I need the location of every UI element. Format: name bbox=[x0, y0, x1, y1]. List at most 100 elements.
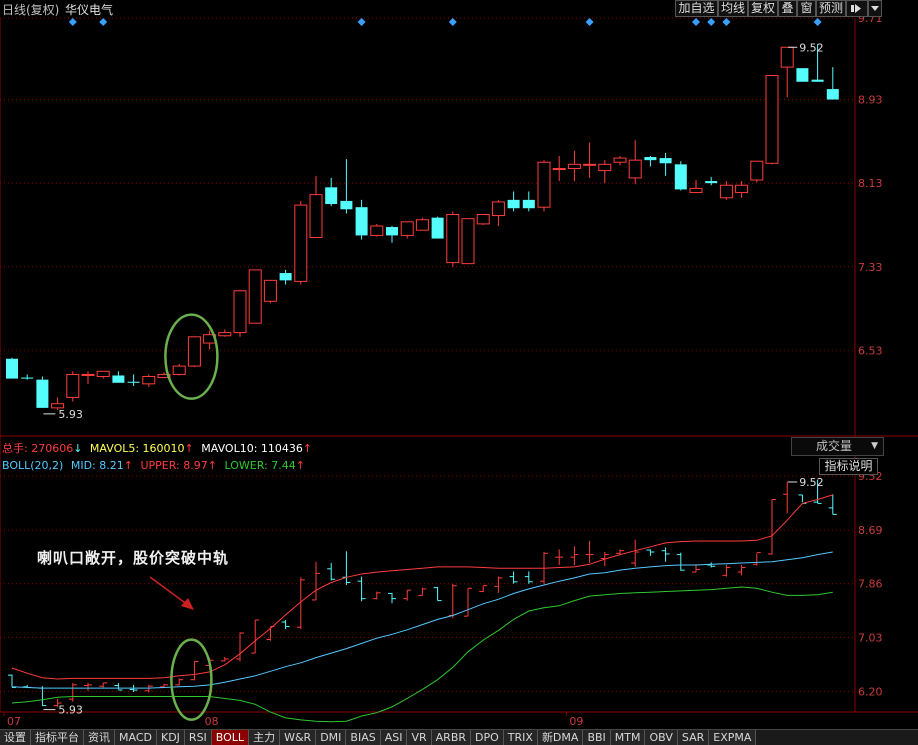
candle-body-up bbox=[567, 163, 581, 170]
adjust-price-button[interactable]: 复权 bbox=[748, 0, 778, 17]
boll-upper-line bbox=[11, 494, 833, 680]
tab-bias[interactable]: BIAS bbox=[346, 730, 381, 745]
candle-body-down bbox=[355, 207, 368, 236]
overlay-button[interactable]: 叠 bbox=[778, 0, 797, 17]
signal-marker bbox=[99, 18, 108, 26]
candle-body-up bbox=[248, 269, 262, 324]
candle-body-down bbox=[340, 200, 353, 210]
tab-asi[interactable]: ASI bbox=[380, 730, 408, 745]
tab--[interactable]: 资讯 bbox=[84, 730, 115, 745]
tab-sar[interactable]: SAR bbox=[677, 730, 710, 745]
candle-body-up bbox=[719, 184, 733, 199]
signal-marker bbox=[585, 18, 594, 26]
y-tick-label: 8.93 bbox=[858, 94, 883, 107]
stock-chart[interactable]: 6.537.338.138.939.716.207.037.868.699.52… bbox=[0, 0, 918, 745]
candle-body-up bbox=[187, 336, 201, 367]
candle-body-up bbox=[66, 373, 80, 398]
tab-macd[interactable]: MACD bbox=[115, 730, 157, 745]
annotation-arrow-shaft bbox=[149, 576, 189, 606]
tab-vr[interactable]: VR bbox=[407, 730, 432, 745]
pin-icon[interactable] bbox=[846, 0, 868, 17]
indicator-help-button[interactable]: 指标说明 bbox=[819, 458, 878, 475]
candle-body-up bbox=[400, 221, 414, 236]
tab-boll[interactable]: BOLL bbox=[211, 730, 250, 745]
period-label[interactable]: 日线(复权) bbox=[2, 1, 59, 18]
grid-layer bbox=[0, 17, 918, 713]
tab-expma[interactable]: EXPMA bbox=[709, 730, 757, 745]
candle-body-up bbox=[96, 370, 110, 378]
tab-obv[interactable]: OBV bbox=[645, 730, 678, 745]
candle-body-down bbox=[112, 375, 125, 383]
up-arrow-icon: ↑ bbox=[302, 442, 313, 455]
candle-body-down bbox=[796, 68, 809, 82]
tab-rsi[interactable]: RSI bbox=[184, 730, 212, 745]
candle-body-up bbox=[294, 204, 308, 282]
tab--[interactable]: 主力 bbox=[249, 730, 281, 745]
tab--[interactable]: 指标平台 bbox=[31, 730, 84, 745]
moving-average-button[interactable]: 均线 bbox=[718, 0, 748, 17]
candlestick-layer bbox=[6, 44, 839, 410]
candle-body-up bbox=[583, 163, 597, 166]
candle-body-up bbox=[81, 373, 95, 376]
x-tick-label: 09 bbox=[569, 715, 583, 728]
volume-info-line: 总手: 270606↓ MAVOL5: 160010↑ MAVOL10: 110… bbox=[2, 440, 316, 456]
signal-marker bbox=[707, 18, 716, 26]
tab-trix[interactable]: TRIX bbox=[503, 730, 538, 745]
candle-body-up bbox=[491, 201, 505, 217]
tab-kdj[interactable]: KDJ bbox=[156, 730, 185, 745]
candle-body-down bbox=[325, 187, 338, 205]
x-tick-label: 07 bbox=[7, 715, 21, 728]
mavol5-value: MAVOL5: 160010 bbox=[89, 442, 185, 455]
candle-body-down bbox=[127, 381, 140, 383]
candle-body-up bbox=[309, 194, 323, 238]
boll-info-line: BOLL(20,2) MID: 8.21↑ UPPER: 8.97↑ LOWER… bbox=[2, 459, 309, 472]
annotation-layer: 9.52 5.93 9.52 5.93 bbox=[43, 41, 824, 721]
chevron-down-graphic bbox=[871, 6, 879, 11]
candle-body-up bbox=[446, 214, 460, 264]
forecast-button[interactable]: 预测 bbox=[816, 0, 846, 17]
up-arrow-icon: ↑ bbox=[123, 459, 133, 472]
tab-w-r[interactable]: W&R bbox=[280, 730, 317, 745]
tab-mtm[interactable]: MTM bbox=[610, 730, 646, 745]
up-arrow-icon: ↑ bbox=[207, 459, 217, 472]
y-tick-label: 7.33 bbox=[858, 261, 883, 274]
candle-body-up bbox=[613, 157, 627, 163]
chevron-down-icon: ▼ bbox=[871, 441, 878, 451]
tab-bbi[interactable]: BBI bbox=[583, 730, 611, 745]
candle-body-up bbox=[628, 159, 642, 179]
tab-dpo[interactable]: DPO bbox=[471, 730, 504, 745]
signal-marker bbox=[722, 18, 731, 26]
annotation-arrow-head bbox=[181, 598, 194, 610]
signal-marker bbox=[68, 18, 77, 26]
axis-layer: 6.537.338.138.939.716.207.037.868.699.52… bbox=[3, 12, 883, 728]
candle-body-down bbox=[6, 358, 18, 379]
add-watchlist-button[interactable]: 加自选 bbox=[675, 0, 718, 17]
tab--dma[interactable]: 新DMA bbox=[537, 730, 584, 745]
tab-arbr[interactable]: ARBR bbox=[431, 730, 472, 745]
candle-body-up bbox=[172, 365, 186, 375]
chevron-down-icon[interactable] bbox=[868, 0, 882, 17]
y-tick-label: 7.86 bbox=[858, 578, 883, 591]
candle-body-down bbox=[826, 89, 839, 100]
candle-body-up bbox=[415, 219, 429, 231]
tab-dmi[interactable]: DMI bbox=[316, 730, 347, 745]
indicator-tab-bar: 设置 指标平台 资讯 MACD KDJ RSI BOLL 主力 W&R DMI BIAS ASI VR A… bbox=[0, 729, 918, 745]
x-tick-label: 08 bbox=[205, 715, 219, 728]
candle-body-up bbox=[537, 161, 551, 208]
down-arrow-icon: ↓ bbox=[73, 442, 83, 455]
candle-body-down bbox=[36, 379, 49, 408]
y-tick-label: 6.20 bbox=[858, 685, 883, 698]
candle-body-up bbox=[218, 332, 232, 337]
candle-body-down bbox=[705, 181, 718, 184]
window-button[interactable]: 窗 bbox=[797, 0, 816, 17]
mavol10-value: MAVOL10: 110436 bbox=[201, 442, 303, 455]
y-tick-label: 6.53 bbox=[858, 344, 883, 357]
candle-body-down bbox=[386, 227, 398, 236]
low-price-label: 5.93 bbox=[58, 704, 83, 717]
boll-name: BOLL(20,2) bbox=[2, 459, 64, 472]
candle-body-down bbox=[674, 164, 687, 190]
indicator-select[interactable]: 成交量 ▼ bbox=[791, 437, 884, 456]
tab--[interactable]: 设置 bbox=[0, 730, 31, 745]
y-tick-label: 8.69 bbox=[858, 524, 883, 537]
boll-lower-line bbox=[11, 586, 833, 723]
